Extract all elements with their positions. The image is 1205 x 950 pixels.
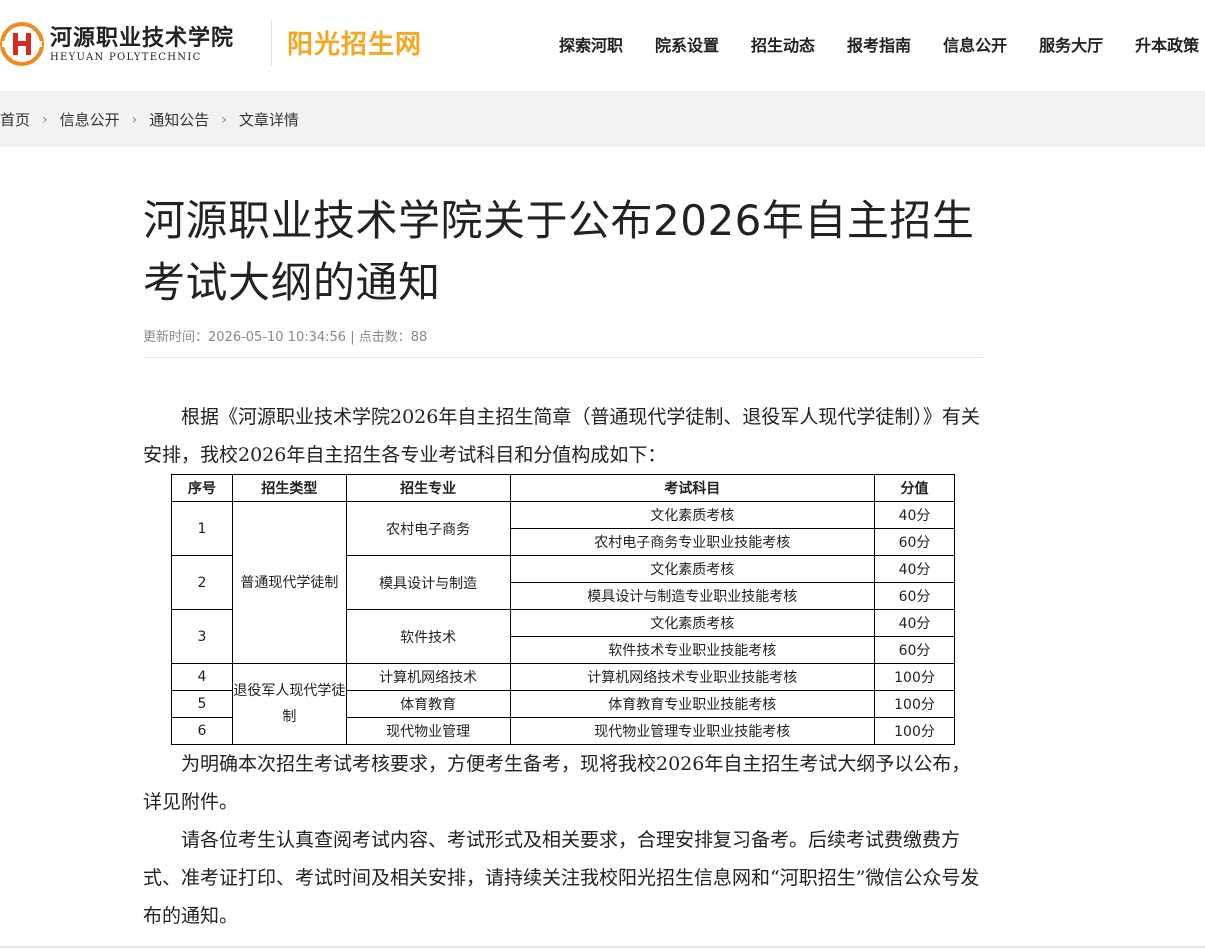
table-row: 4 退役军人现代学徒制 计算机网络技术 计算机网络技术专业职业技能考核 100分 xyxy=(171,663,955,745)
site-title[interactable]: 阳光招生网 xyxy=(287,24,422,61)
article-paragraph-3: 请各位考生认真查阅考试内容、考试形式及相关要求，合理安排复习备考。后续考试费缴费… xyxy=(143,829,980,927)
article-paragraph-1: 根据《河源职业技术学院2026年自主招生简章（普通现代学徒制、退役军人现代学徒制… xyxy=(143,406,980,466)
chevron-right-icon: › xyxy=(131,111,138,128)
breadcrumb-info-disclosure[interactable]: 信息公开 xyxy=(60,109,120,130)
breadcrumb-current: 文章详情 xyxy=(238,111,299,129)
logo-english-name: HEYUAN POLYTECHNIC xyxy=(50,51,202,63)
breadcrumb-notices[interactable]: 通知公告 xyxy=(149,109,209,130)
table-cell-subject: 文化素质考核 xyxy=(509,609,876,637)
breadcrumb-bar: 首页 › 信息公开 › 通知公告 › 文章详情 xyxy=(0,91,1205,147)
breadcrumb: 首页 › 信息公开 › 通知公告 › 文章详情 xyxy=(0,109,299,130)
table-cell-type: 退役军人现代学徒制 xyxy=(231,663,347,745)
exam-subject-table: 序号 招生类型 招生专业 考试科目 分值 1 普通现代学徒制 农村电子商务 文化… xyxy=(171,474,955,745)
article-meta: 更新时间：2026-05-10 10:34:56 | 点击数：88 xyxy=(143,330,428,345)
main-nav: 探索河职 院系设置 招生动态 报考指南 信息公开 服务大厅 升本政策 xyxy=(559,32,1199,56)
school-logo[interactable]: 河源职业技术学院 HEYUAN POLYTECHNIC xyxy=(0,20,234,68)
nav-item-service-hall[interactable]: 服务大厅 xyxy=(1039,32,1103,56)
table-header-cell: 招生专业 xyxy=(345,474,511,502)
logo-chinese-name: 河源职业技术学院 xyxy=(50,24,235,51)
nav-item-departments[interactable]: 院系设置 xyxy=(655,32,719,56)
table-cell-subject: 文化素质考核 xyxy=(509,501,876,529)
table-cell-no: 6 xyxy=(171,717,233,745)
table-header-cell: 序号 xyxy=(171,474,233,502)
article-paragraph-2: 为明确本次招生考试考核要求，方便考生备考，现将我校2026年自主招生考试大纲予以… xyxy=(143,753,971,813)
table-cell-subject: 计算机网络技术专业职业技能考核 xyxy=(509,663,876,691)
table-cell-no: 4 xyxy=(171,663,233,691)
table-cell-major: 现代物业管理 xyxy=(345,717,511,745)
divider xyxy=(143,357,983,358)
table-cell-no: 2 xyxy=(171,555,233,610)
nav-item-upgrade-policy[interactable]: 升本政策 xyxy=(1135,32,1199,56)
nav-item-application-guide[interactable]: 报考指南 xyxy=(847,32,911,56)
nav-item-explore[interactable]: 探索河职 xyxy=(559,32,623,56)
table-cell-subject: 软件技术专业职业技能考核 xyxy=(509,636,876,664)
nav-item-admission-news[interactable]: 招生动态 xyxy=(751,32,815,56)
article-title: 河源职业技术学院关于公布2026年自主招生考试大纲的通知 xyxy=(143,196,975,307)
table-cell-subject: 文化素质考核 xyxy=(509,555,876,583)
table-cell-major: 计算机网络技术 xyxy=(345,663,511,691)
logo-divider xyxy=(271,20,272,66)
table-cell-score: 100分 xyxy=(874,690,955,718)
table-cell-no: 3 xyxy=(171,609,233,664)
table-cell-major: 体育教育 xyxy=(345,690,511,718)
article: 河源职业技术学院关于公布2026年自主招生考试大纲的通知 更新时间：2026-0… xyxy=(143,190,983,935)
table-cell-subject: 农村电子商务专业职业技能考核 xyxy=(509,528,876,556)
table-cell-score: 100分 xyxy=(874,717,955,745)
table-cell-subject: 模具设计与制造专业职业技能考核 xyxy=(509,582,876,610)
table-cell-score: 60分 xyxy=(874,528,955,556)
table-cell-subject: 体育教育专业职业技能考核 xyxy=(509,690,876,718)
table-cell-score: 60分 xyxy=(874,582,955,610)
table-header-cell: 分值 xyxy=(874,474,955,502)
table-cell-type: 普通现代学徒制 xyxy=(231,501,347,664)
table-header-row: 序号 招生类型 招生专业 考试科目 分值 xyxy=(171,474,955,502)
breadcrumb-home[interactable]: 首页 xyxy=(0,109,30,130)
nav-item-info-disclosure[interactable]: 信息公开 xyxy=(943,32,1007,56)
table-cell-score: 40分 xyxy=(874,501,955,529)
table-cell-score: 100分 xyxy=(874,663,955,691)
chevron-right-icon: › xyxy=(221,111,227,128)
table-cell-major: 软件技术 xyxy=(345,609,511,664)
table-header-cell: 招生类型 xyxy=(231,474,347,502)
table-row: 1 普通现代学徒制 农村电子商务 文化素质考核 40分 xyxy=(171,501,955,664)
table-header-cell: 考试科目 xyxy=(509,474,876,502)
table-cell-score: 40分 xyxy=(874,555,955,583)
table-cell-score: 60分 xyxy=(874,636,955,664)
logo-emblem-icon xyxy=(0,22,44,66)
table-cell-major: 模具设计与制造 xyxy=(345,555,511,610)
table-cell-subject: 现代物业管理专业职业技能考核 xyxy=(509,717,876,745)
site-header: 河源职业技术学院 HEYUAN POLYTECHNIC 阳光招生网 探索河职 院… xyxy=(0,0,1205,90)
page-bottom-divider xyxy=(0,946,1205,948)
chevron-right-icon: › xyxy=(42,111,48,128)
logo-text: 河源职业技术学院 HEYUAN POLYTECHNIC xyxy=(50,26,234,63)
table-cell-no: 1 xyxy=(171,501,233,556)
table-cell-score: 40分 xyxy=(874,609,955,637)
table-cell-no: 5 xyxy=(171,690,233,718)
table-cell-major: 农村电子商务 xyxy=(345,501,511,556)
